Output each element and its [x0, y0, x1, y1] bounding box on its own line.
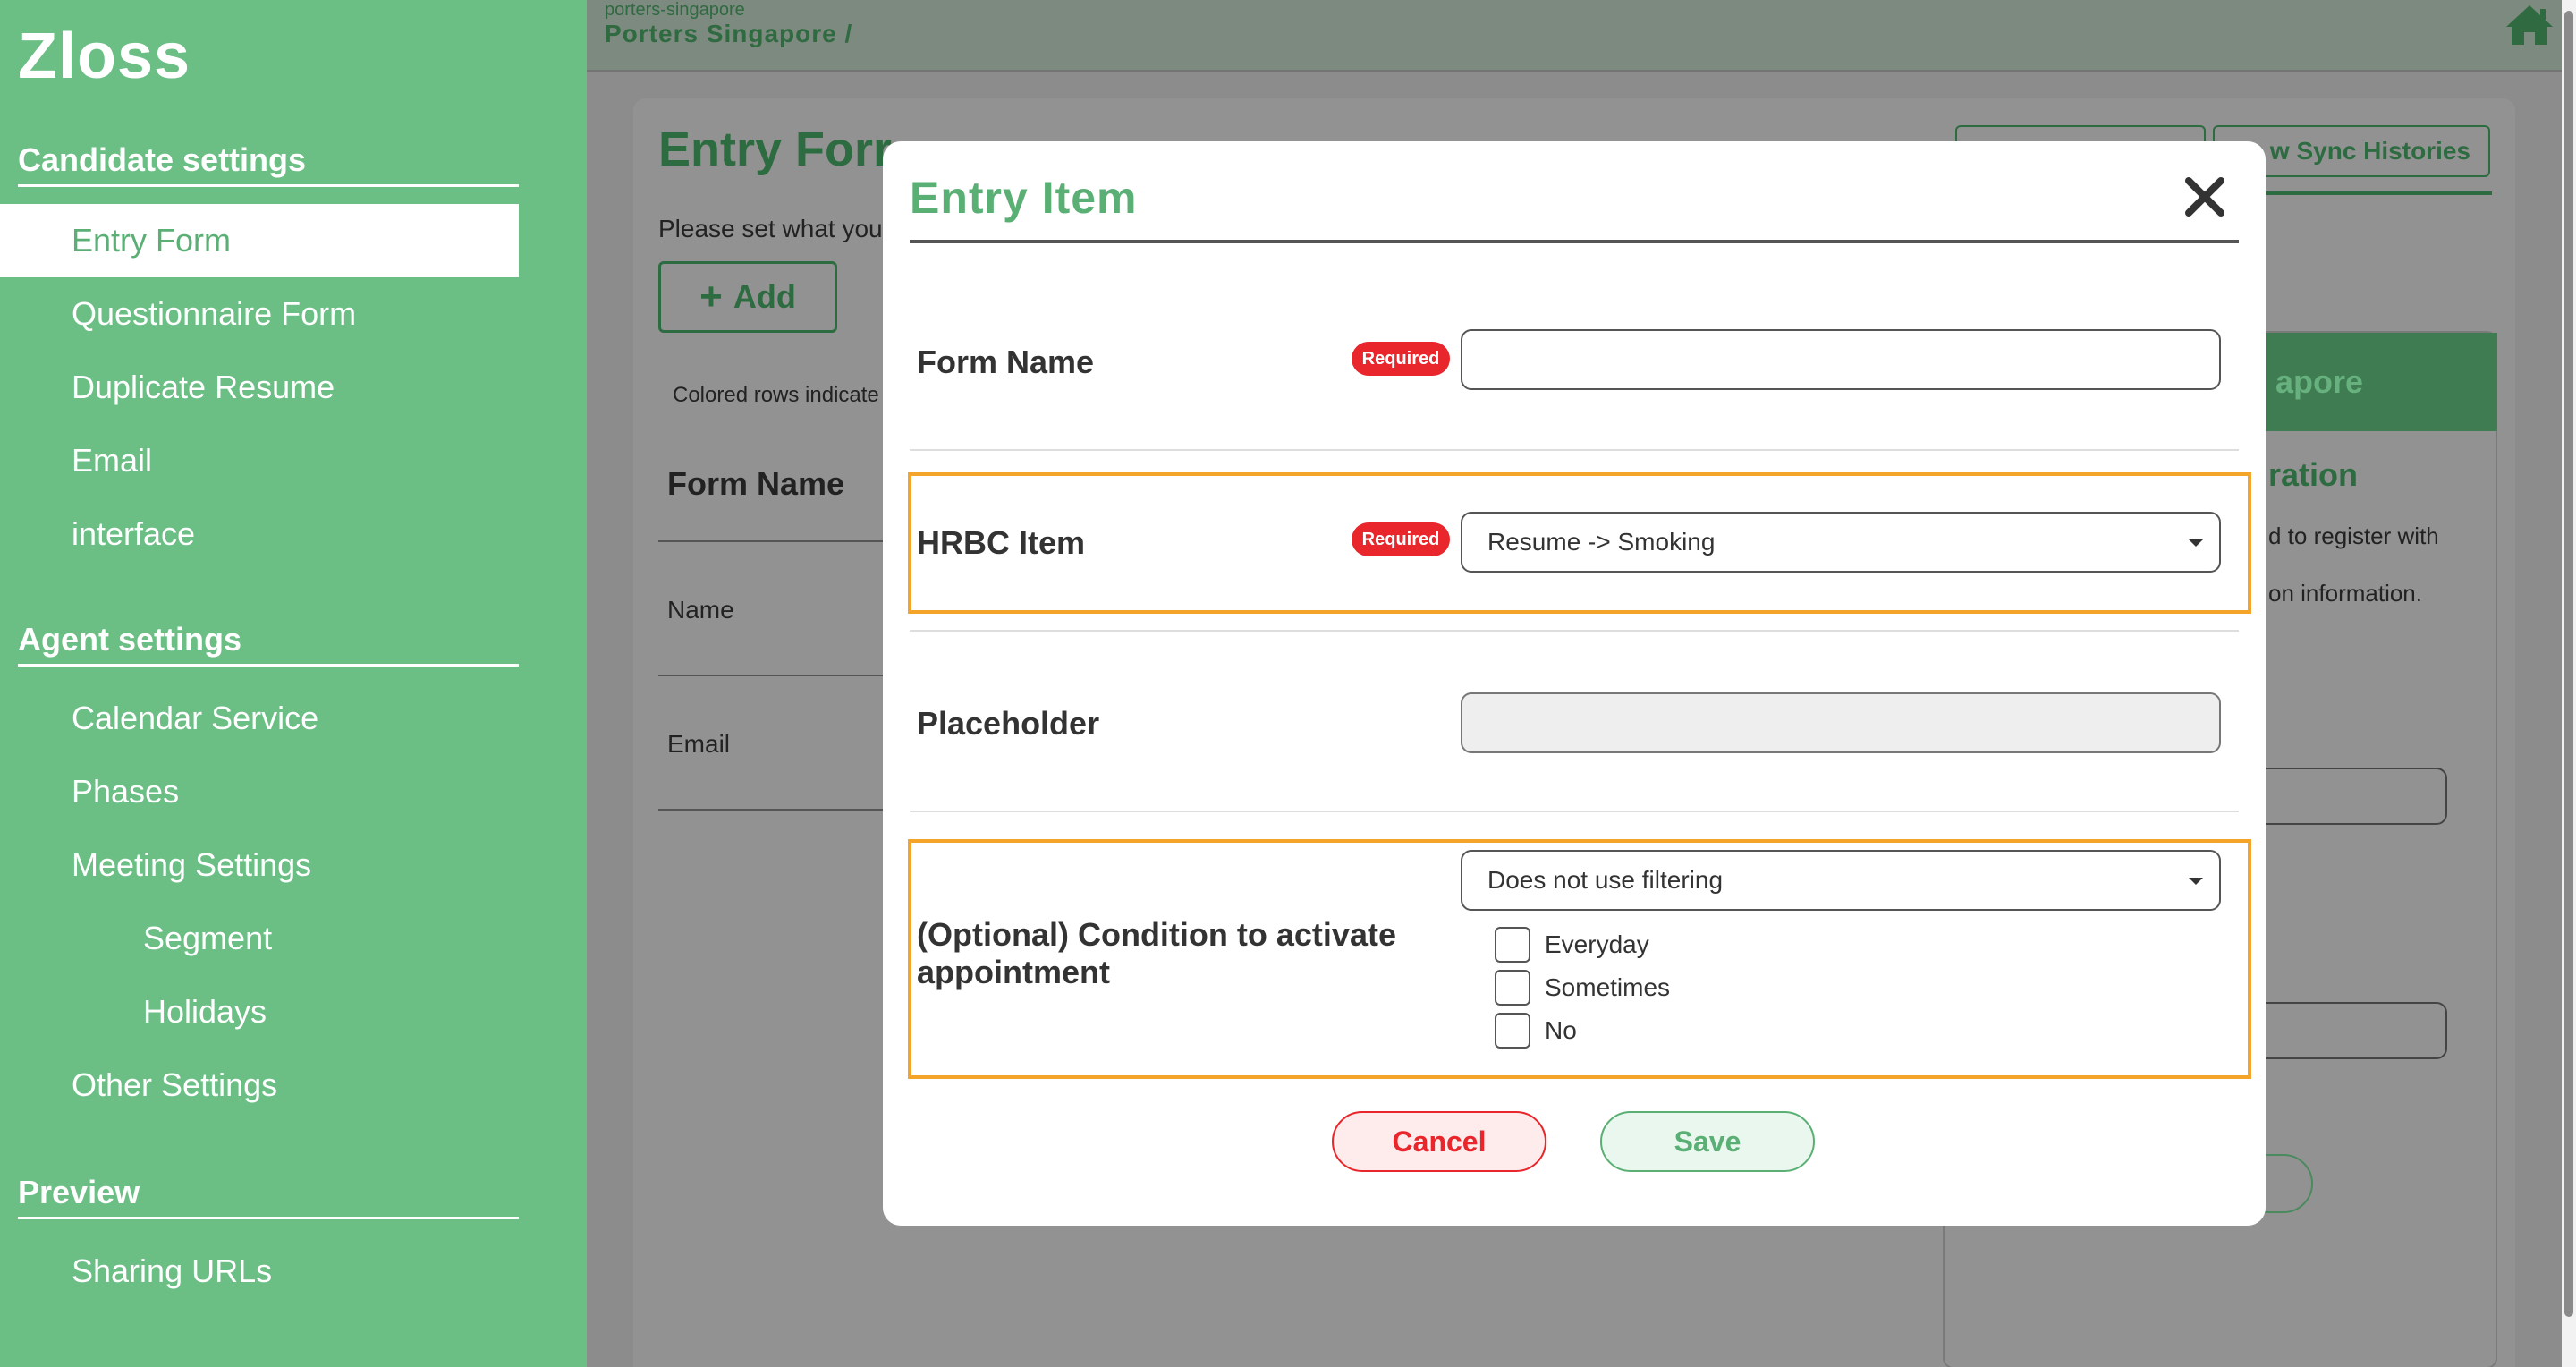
required-badge: Required — [1352, 522, 1450, 556]
checkbox-label: Sometimes — [1545, 973, 1671, 1001]
chevron-down-icon — [2189, 878, 2203, 885]
sidebar-item-interface[interactable]: interface — [72, 515, 195, 553]
top-bar: porters-singapore Porters Singapore / — [587, 0, 2562, 72]
preview-card-text: d to register with — [2268, 522, 2439, 549]
sidebar-item-meeting-settings[interactable]: Meeting Settings — [72, 846, 311, 884]
checkbox-box[interactable] — [1495, 927, 1530, 963]
breadcrumb[interactable]: Porters Singapore / — [605, 20, 852, 48]
entry-item-modal: Entry Item Form Name Required HRBC Item … — [883, 141, 2266, 1226]
sidebar-item-duplicate-resume[interactable]: Duplicate Resume — [72, 369, 335, 406]
plus-icon: + — [699, 275, 723, 318]
hrbc-item-selected: Resume -> Smoking — [1487, 528, 1716, 556]
condition-filter-select[interactable]: Does not use filtering — [1461, 850, 2221, 911]
checkbox-no[interactable]: No — [1495, 1013, 1577, 1049]
checkbox-box[interactable] — [1495, 970, 1530, 1006]
sidebar-item-entry-form[interactable]: Entry Form — [0, 204, 519, 277]
divider — [910, 811, 2239, 812]
page-title: Entry Forr — [658, 123, 893, 176]
colored-rows-note: Colored rows indicate — [673, 383, 879, 407]
sidebar-item-calendar-service[interactable]: Calendar Service — [72, 700, 318, 737]
condition-filter-selected: Does not use filtering — [1487, 866, 1724, 894]
checkbox-label: Everyday — [1545, 930, 1649, 958]
table-row[interactable]: Name — [667, 596, 734, 624]
sidebar: Zloss Candidate settings Entry Form Ques… — [0, 0, 587, 1367]
sidebar-item-segment[interactable]: Segment — [143, 920, 272, 957]
chevron-down-icon — [2189, 539, 2203, 547]
candidate-settings-title: Candidate settings — [18, 141, 519, 187]
app-logo: Zloss — [18, 21, 191, 92]
required-badge: Required — [1352, 342, 1450, 376]
cancel-button[interactable]: Cancel — [1332, 1111, 1546, 1172]
preview-card-text: on information. — [2268, 580, 2422, 607]
divider — [910, 240, 2239, 243]
form-name-input[interactable] — [1461, 329, 2221, 390]
agent-settings-title: Agent settings — [18, 621, 519, 667]
page-description: Please set what you — [658, 215, 883, 242]
save-button[interactable]: Save — [1600, 1111, 1815, 1172]
modal-title: Entry Item — [910, 173, 1138, 223]
scrollbar[interactable] — [2562, 0, 2576, 1367]
condition-label: (Optional) Condition to activate appoint… — [917, 916, 1396, 990]
sidebar-item-sharing-urls[interactable]: Sharing URLs — [72, 1252, 272, 1290]
placeholder-label: Placeholder — [917, 705, 1100, 742]
close-icon[interactable] — [2180, 172, 2230, 222]
checkbox-everyday[interactable]: Everyday — [1495, 927, 1649, 963]
preview-card-subtitle: ration — [2268, 456, 2359, 493]
scrollbar-thumb[interactable] — [2564, 11, 2573, 1317]
placeholder-input[interactable] — [1461, 692, 2221, 753]
divider — [910, 449, 2239, 451]
form-name-label: Form Name — [917, 344, 1095, 380]
hrbc-item-select[interactable]: Resume -> Smoking — [1461, 512, 2221, 573]
checkbox-sometimes[interactable]: Sometimes — [1495, 970, 1670, 1006]
preview-title: Preview — [18, 1174, 519, 1219]
org-slug: porters-singapore — [605, 0, 745, 20]
column-header-form-name: Form Name — [667, 465, 845, 502]
table-row[interactable]: Email — [667, 730, 730, 759]
add-button-label: Add — [733, 278, 796, 315]
sidebar-item-questionnaire-form[interactable]: Questionnaire Form — [72, 295, 356, 333]
hrbc-item-label: HRBC Item — [917, 524, 1086, 561]
sidebar-item-other-settings[interactable]: Other Settings — [72, 1066, 277, 1104]
sidebar-item-email[interactable]: Email — [72, 442, 152, 480]
divider — [910, 630, 2239, 632]
add-button[interactable]: + Add — [658, 261, 837, 333]
checkbox-box[interactable] — [1495, 1013, 1530, 1049]
sidebar-item-holidays[interactable]: Holidays — [143, 993, 267, 1031]
checkbox-label: No — [1545, 1016, 1577, 1044]
sidebar-item-phases[interactable]: Phases — [72, 773, 179, 811]
home-icon[interactable] — [2504, 4, 2555, 47]
